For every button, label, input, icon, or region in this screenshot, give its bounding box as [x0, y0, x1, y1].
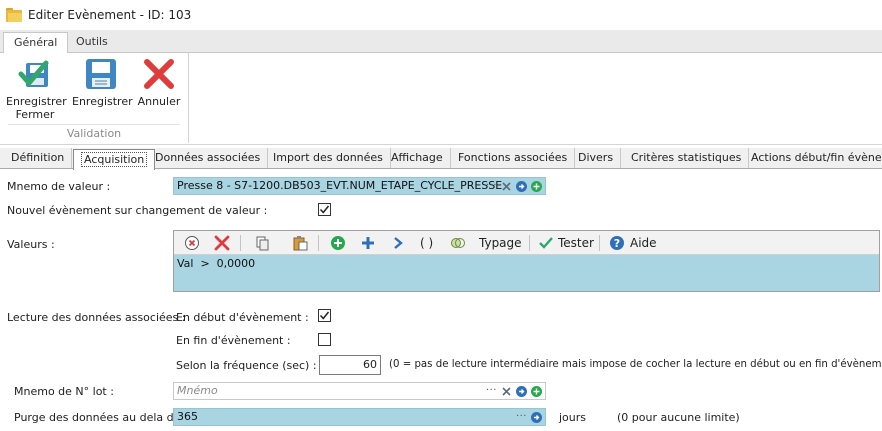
frequence-label: Selon la fréquence (sec) :	[176, 359, 317, 372]
valeurs-toolbar: ( ) Typage Tester ? Aide	[174, 231, 879, 255]
svg-text:?: ?	[614, 237, 620, 250]
valeurs-expression: Val > 0,0000	[177, 257, 256, 270]
typage-button[interactable]: Typage	[479, 235, 522, 251]
typage-icon[interactable]	[450, 235, 466, 251]
add-circle-icon[interactable]	[330, 235, 346, 251]
help-icon[interactable]: ?	[609, 235, 625, 251]
ribbon-tab-general[interactable]: Général	[3, 32, 69, 54]
ribbon-tab-outils[interactable]: Outils	[66, 32, 118, 54]
tab-acquisition[interactable]: Acquisition	[73, 149, 156, 170]
red-x-icon	[142, 57, 176, 91]
ribbon-panel: Enregistrer Fermer Enregistrer Annuler V…	[0, 53, 882, 145]
lecture-label: Lecture des données associées :	[7, 311, 186, 324]
en-debut-label: En début d'évènement :	[176, 311, 309, 324]
toolbar-separator	[599, 235, 600, 251]
group-divider	[8, 124, 180, 125]
clear-icon[interactable]	[501, 181, 512, 192]
tab-affichage[interactable]: Affichage	[384, 148, 451, 168]
tab-divers[interactable]: Divers	[571, 148, 622, 168]
add-icon[interactable]	[531, 385, 542, 397]
check-icon[interactable]	[538, 235, 554, 251]
ribbon-group-label: Validation	[66, 127, 122, 140]
save-close-label-2: Fermer	[15, 108, 55, 121]
delete-condition-icon[interactable]	[184, 235, 200, 251]
purge-label: Purge des données au dela de :	[14, 411, 188, 424]
tab-definition[interactable]: Définition	[4, 148, 73, 168]
frequence-value: 60	[363, 358, 377, 371]
nouvel-evenement-checkbox[interactable]	[318, 203, 331, 216]
checkmark-icon	[319, 205, 330, 214]
go-arrow-icon[interactable]	[516, 385, 527, 397]
go-arrow-icon[interactable]	[531, 411, 542, 423]
purge-value: 365	[177, 410, 198, 423]
mnemo-lot-field[interactable]: Mnémo ···	[173, 382, 546, 400]
mnemo-valeur-label: Mnemo de valeur :	[7, 180, 111, 193]
save-button[interactable]: Enregistrer	[72, 57, 133, 108]
save-close-label-1: Enregistrer	[6, 95, 67, 108]
en-fin-checkbox[interactable]	[318, 333, 331, 346]
cancel-button[interactable]: Annuler	[136, 57, 182, 108]
tester-button[interactable]: Tester	[558, 235, 594, 251]
en-debut-checkbox[interactable]	[318, 309, 331, 322]
purge-field[interactable]: 365 ···	[173, 408, 546, 426]
frequence-input[interactable]: 60	[319, 355, 381, 375]
en-fin-label: En fin d'évènement :	[176, 334, 291, 347]
save-label: Enregistrer	[72, 95, 133, 108]
mnemo-valeur-value: Presse 8 - S7-1200.DB503_EVT.NUM_ETAPE_C…	[177, 179, 503, 192]
cancel-label: Annuler	[137, 95, 181, 108]
folder-icon	[6, 7, 22, 22]
save-close-button[interactable]: Enregistrer Fermer	[6, 57, 67, 121]
check-save-icon	[18, 57, 52, 91]
page-tab-bar: Définition Acquisition Données associées…	[0, 148, 882, 170]
floppy-disk-icon	[84, 57, 118, 91]
tab-import-donnees[interactable]: Import des données	[266, 148, 391, 168]
checkmark-icon	[319, 311, 330, 320]
paste-icon[interactable]	[292, 235, 308, 251]
toolbar-separator	[240, 235, 241, 251]
nouvel-evenement-label: Nouvel évènement sur changement de valeu…	[7, 204, 268, 217]
purge-note: (0 pour aucune limite)	[617, 411, 740, 424]
ribbon-tab-bar: Général Outils	[0, 30, 882, 54]
tab-criteres-statistiques[interactable]: Critères statistiques	[624, 148, 750, 168]
tab-fonctions-associees[interactable]: Fonctions associées	[451, 148, 576, 168]
frequence-note: (0 = pas de lecture intermédiaire mais i…	[389, 359, 882, 370]
tab-actions-debut-fin[interactable]: Actions début/fin évèneme	[744, 148, 882, 168]
ribbon-group-separator	[188, 53, 189, 143]
parentheses-button[interactable]: ( )	[420, 235, 433, 251]
mnemo-valeur-field[interactable]: Presse 8 - S7-1200.DB503_EVT.NUM_ETAPE_C…	[173, 177, 546, 195]
valeurs-label: Valeurs :	[7, 238, 55, 251]
tab-acquisition-label: Acquisition	[81, 152, 148, 167]
ellipsis-icon[interactable]: ···	[486, 384, 497, 398]
mnemo-lot-placeholder: Mnémo	[177, 384, 218, 397]
title-bar: Editer Evènement - ID: 103	[0, 0, 882, 30]
toolbar-separator	[318, 235, 319, 251]
window-title: Editer Evènement - ID: 103	[28, 8, 192, 22]
valeurs-editor[interactable]: ( ) Typage Tester ? Aide Val > 0,0000	[173, 230, 880, 292]
clear-icon[interactable]	[501, 386, 512, 397]
ellipsis-icon[interactable]: ···	[516, 410, 527, 424]
plus-icon[interactable]	[360, 235, 376, 251]
remove-icon[interactable]	[214, 235, 230, 251]
purge-unit: jours	[559, 411, 587, 424]
toolbar-separator	[529, 235, 530, 251]
tab-donnees-associees[interactable]: Données associées	[148, 148, 269, 168]
mnemo-lot-label: Mnemo de N° lot :	[14, 385, 114, 398]
copy-icon[interactable]	[254, 235, 270, 251]
aide-button[interactable]: Aide	[630, 235, 657, 251]
add-icon[interactable]	[531, 180, 542, 192]
ellipsis-icon[interactable]: ···	[486, 179, 497, 193]
go-arrow-icon[interactable]	[516, 180, 527, 192]
chevron-right-icon[interactable]	[390, 235, 406, 251]
